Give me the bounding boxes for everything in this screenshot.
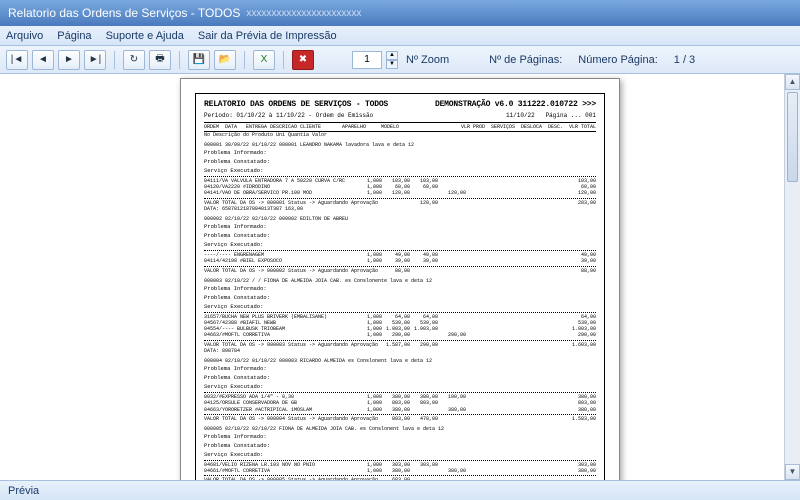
- section-label: Problema Constatado:: [204, 375, 596, 382]
- vertical-scrollbar[interactable]: ▲ ▼: [784, 74, 800, 480]
- status-text: Prévia: [8, 485, 39, 497]
- report-title: RELATORIO DAS ORDENS DE SERVIÇOS - TODOS: [204, 100, 388, 110]
- section-label: Serviço Executado:: [204, 304, 596, 311]
- first-page-button[interactable]: |◄: [6, 50, 28, 70]
- section-label: Problema Constatado:: [204, 159, 596, 166]
- prev-page-button[interactable]: ◄: [32, 50, 54, 70]
- report-period: Periodo: 01/10/22 à 11/10/22 - Ordem de …: [204, 112, 373, 120]
- menu-sair[interactable]: Sair da Prévia de Impressão: [198, 30, 337, 42]
- pages-label: Nº de Páginas:: [489, 54, 562, 66]
- order-block: 000005 02/10/22 02/10/22 FIONA DE ALMEID…: [204, 426, 596, 480]
- zoom-spinner[interactable]: ▲▼: [386, 51, 398, 69]
- zoom-down-icon[interactable]: ▼: [386, 60, 398, 69]
- page-display: 1 / 3: [674, 54, 695, 66]
- section-label: Problema Constatado:: [204, 233, 596, 240]
- scroll-up-button[interactable]: ▲: [785, 74, 800, 90]
- zoom-up-icon[interactable]: ▲: [386, 51, 398, 60]
- window-title: Relatorio das Ordens de Serviços - TODOS: [8, 6, 240, 20]
- header2: No Descrição do Produto Uni Quantia Valo…: [204, 132, 596, 138]
- pagenum-label: Número Página:: [578, 54, 658, 66]
- preview-viewport: RELATORIO DAS ORDENS DE SERVIÇOS - TODOS…: [0, 74, 784, 480]
- section-label: Problema Informado:: [204, 150, 596, 157]
- order-header-line: 000002 02/10/22 02/10/22 000002 EDILTON …: [204, 216, 596, 222]
- menu-pagina[interactable]: Página: [57, 30, 91, 42]
- zoom-label: Nº Zoom: [406, 54, 449, 66]
- close-preview-button[interactable]: ✖: [292, 50, 314, 70]
- section-label: Problema Constatado:: [204, 443, 596, 450]
- item-row: 04114/42198 #BIEL EXPOSOCO1,00039,0039,0…: [204, 258, 596, 264]
- item-row: 04663/YORORETZER #ACTRIPICAL 1MOSLAM1,00…: [204, 407, 596, 413]
- order-block: 000001 30/09/22 01/10/22 000001 LEANDRO …: [204, 142, 596, 212]
- header-right: VLR PROD SERVIÇOS DESLOCA DESC. VLR TOTA…: [461, 124, 596, 130]
- export-excel-button[interactable]: X: [253, 50, 275, 70]
- menu-suporte[interactable]: Suporte e Ajuda: [106, 30, 184, 42]
- section-label: Problema Informado:: [204, 286, 596, 293]
- open-button[interactable]: 📂: [214, 50, 236, 70]
- order-total-row: VALOR TOTAL DA OS -> 000002 Status -> Ag…: [204, 268, 596, 274]
- toolbar-separator: [114, 51, 115, 69]
- section-label: Problema Informado:: [204, 434, 596, 441]
- order-header-line: 000005 02/10/22 02/10/22 FIONA DE ALMEID…: [204, 426, 596, 432]
- window-subtitle: xxxxxxxxxxxxxxxxxxxxxxx: [246, 8, 361, 19]
- next-page-button[interactable]: ►: [58, 50, 80, 70]
- window-titlebar: Relatorio das Ordens de Serviços - TODOS…: [0, 0, 800, 26]
- toolbar: |◄ ◄ ► ►| ↻ 🖶 💾 📂 X ✖ ▲▼ Nº Zoom Nº de P…: [0, 46, 800, 74]
- section-label: Serviço Executado:: [204, 242, 596, 249]
- order-header-line: 000004 02/10/22 01/10/22 000003 RICARDO …: [204, 358, 596, 364]
- report-demo: DEMONSTRAÇÃO v6.0 311222.010722 >>>: [435, 100, 596, 110]
- header-left: ORDEM DATA ENTREGA DESCRICAO CLIENTE APA…: [204, 124, 399, 130]
- save-button[interactable]: 💾: [188, 50, 210, 70]
- menu-arquivo[interactable]: Arquivo: [6, 30, 43, 42]
- section-label: Problema Informado:: [204, 224, 596, 231]
- order-header-line: 000001 30/09/22 01/10/22 000001 LEANDRO …: [204, 142, 596, 148]
- order-header-line: 000003 02/10/22 / / FIONA DE ALMEIDA JOI…: [204, 278, 596, 284]
- section-label: Serviço Executado:: [204, 168, 596, 175]
- order-total-row: VALOR TOTAL DA OS -> 000001 Status -> Ag…: [204, 200, 596, 213]
- toolbar-separator: [244, 51, 245, 69]
- toolbar-separator: [283, 51, 284, 69]
- toolbar-separator: [179, 51, 180, 69]
- menu-bar: Arquivo Página Suporte e Ajuda Sair da P…: [0, 26, 800, 46]
- order-block: 000002 02/10/22 02/10/22 000002 EDILTON …: [204, 216, 596, 274]
- section-label: Problema Constatado:: [204, 295, 596, 302]
- status-bar: Prévia: [0, 480, 800, 500]
- zoom-input[interactable]: [352, 51, 382, 69]
- last-page-button[interactable]: ►|: [84, 50, 106, 70]
- section-label: Serviço Executado:: [204, 384, 596, 391]
- report-date: 11/10/22: [506, 112, 535, 119]
- print-button[interactable]: 🖶: [149, 50, 171, 70]
- order-total-row: VALOR TOTAL DA OS -> 000003 Status -> Ag…: [204, 342, 596, 355]
- item-row: 04663/#MOFTL CORRETIVA1,000290,00290,002…: [204, 332, 596, 338]
- order-total-row: VALOR TOTAL DA OS -> 000004 Status -> Ag…: [204, 416, 596, 422]
- scroll-thumb[interactable]: [787, 92, 798, 182]
- item-row: 04141/VAO DE OBRA/SERVICO PR.100 MOD1,00…: [204, 190, 596, 196]
- report-content: RELATORIO DAS ORDENS DE SERVIÇOS - TODOS…: [195, 93, 605, 480]
- report-page: RELATORIO DAS ORDENS DE SERVIÇOS - TODOS…: [180, 78, 620, 480]
- item-row: 04661/#MOFTL CORRETIVA1,000380,00380,003…: [204, 468, 596, 474]
- scroll-down-button[interactable]: ▼: [785, 464, 800, 480]
- section-label: Serviço Executado:: [204, 452, 596, 459]
- section-label: Problema Informado:: [204, 366, 596, 373]
- report-pagina: Página ... 001: [546, 112, 596, 119]
- order-block: 000003 02/10/22 / / FIONA DE ALMEIDA JOI…: [204, 278, 596, 354]
- order-block: 000004 02/10/22 01/10/22 000003 RICARDO …: [204, 358, 596, 422]
- refresh-button[interactable]: ↻: [123, 50, 145, 70]
